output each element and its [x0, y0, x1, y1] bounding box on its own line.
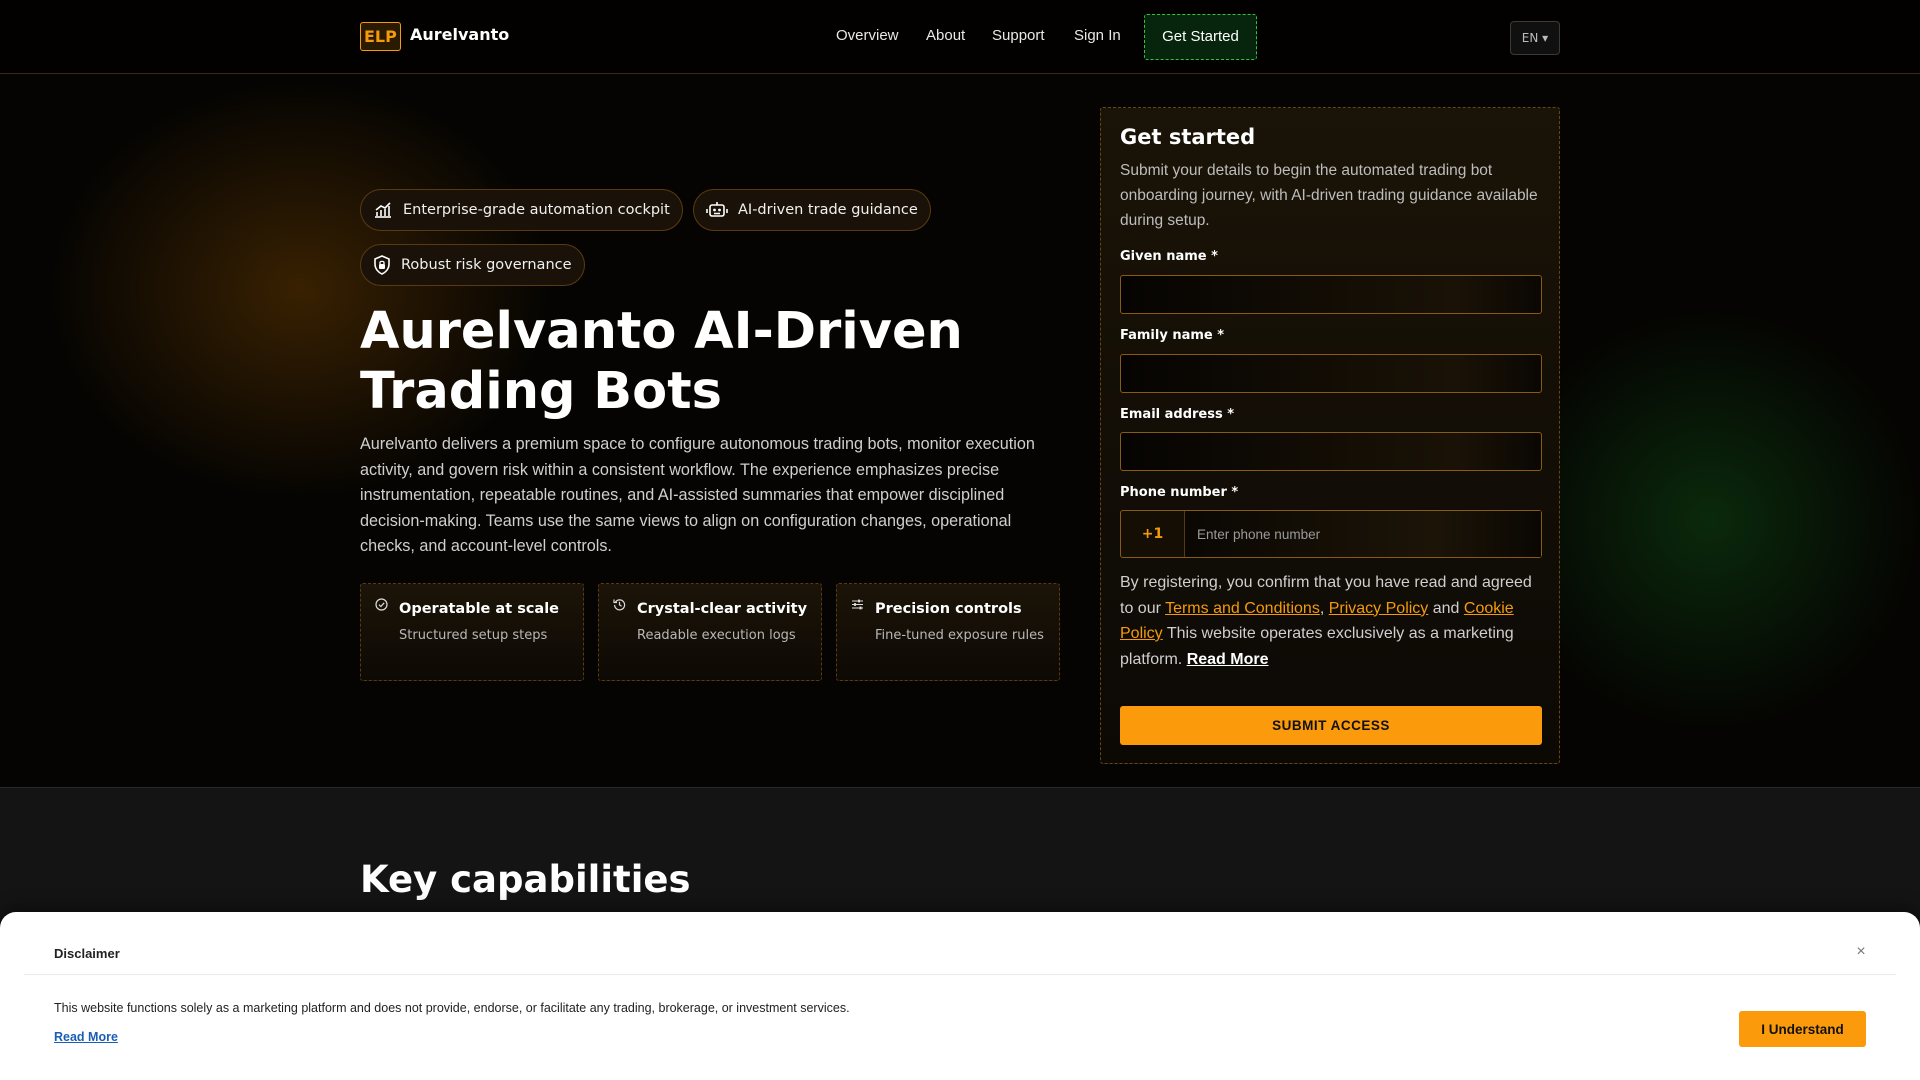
top-nav: ELP Aurelvanto Overview About Support Si…: [0, 0, 1920, 74]
given-name-field[interactable]: [1120, 275, 1542, 314]
shield-icon: [374, 255, 390, 275]
nav-link-overview[interactable]: Overview: [836, 27, 899, 44]
consent-text: By registering, you confirm that you hav…: [1120, 570, 1545, 672]
submit-access-button[interactable]: SUBMIT ACCESS: [1120, 706, 1542, 745]
signup-form: Get started Submit your details to begin…: [1100, 107, 1560, 764]
email-label: Email address *: [1120, 407, 1235, 422]
consent-and: and: [1428, 599, 1464, 617]
chart-growth-icon: [375, 202, 391, 218]
pill-trade-guidance: AI-driven trade guidance: [693, 189, 931, 231]
pill-label: Robust risk governance: [401, 257, 572, 273]
disclaimer-banner: Disclaimer × This website functions sole…: [0, 912, 1920, 1080]
form-description: Submit your details to begin the automat…: [1120, 162, 1538, 229]
feature-title: Crystal-clear activity: [637, 601, 808, 617]
nav-link-sign-in[interactable]: Sign In: [1074, 27, 1121, 44]
feature-subtitle: Structured setup steps: [399, 628, 548, 643]
given-name-label: Given name *: [1120, 249, 1218, 264]
feature-card-scale: Operatable at scale Structured setup ste…: [360, 583, 584, 681]
disclaimer-text: This website functions solely as a marke…: [54, 1001, 850, 1015]
phone-field-group: +1: [1120, 510, 1542, 558]
brand-name[interactable]: Aurelvanto: [410, 25, 509, 44]
hero-description: Aurelvanto delivers a premium space to c…: [360, 435, 1035, 556]
read-more-link[interactable]: Read More: [1187, 651, 1269, 668]
pill-automation-cockpit: Enterprise-grade automation cockpit: [360, 189, 683, 231]
disclaimer-divider: [24, 974, 1896, 975]
feature-card-controls: Precision controls Fine-tuned exposure r…: [836, 583, 1060, 681]
i-understand-button[interactable]: I Understand: [1739, 1011, 1866, 1047]
language-selector[interactable]: EN ▾: [1510, 21, 1560, 55]
email-field[interactable]: [1120, 432, 1542, 471]
pill-risk-governance: Robust risk governance: [360, 244, 585, 286]
check-circle-icon: [375, 598, 388, 611]
pill-label: AI-driven trade guidance: [738, 202, 918, 218]
family-name-field[interactable]: [1120, 354, 1542, 393]
get-started-button[interactable]: Get Started: [1144, 14, 1257, 60]
feature-card-activity: Crystal-clear activity Readable executio…: [598, 583, 822, 681]
hero-title-line-1: Aurelvanto AI-Driven: [360, 302, 963, 361]
phone-label: Phone number *: [1120, 485, 1239, 500]
logo[interactable]: ELP: [360, 22, 401, 51]
terms-link[interactable]: Terms and Conditions: [1165, 600, 1320, 617]
phone-input[interactable]: [1185, 511, 1541, 557]
history-icon: [613, 599, 626, 611]
nav-link-about[interactable]: About: [926, 27, 965, 44]
disclaimer-read-more-link[interactable]: Read More: [54, 1030, 118, 1044]
privacy-link[interactable]: Privacy Policy: [1329, 600, 1429, 617]
robot-icon: [706, 202, 728, 217]
sliders-icon: [852, 599, 863, 610]
phone-country-code[interactable]: +1: [1121, 511, 1185, 557]
pill-label: Enterprise-grade automation cockpit: [403, 202, 670, 218]
hero-title-line-2: Trading Bots: [360, 362, 722, 421]
feature-subtitle: Readable execution logs: [637, 628, 796, 643]
feature-subtitle: Fine-tuned exposure rules: [875, 628, 1044, 643]
disclaimer-title: Disclaimer: [54, 946, 120, 961]
consent-comma: ,: [1319, 599, 1329, 617]
nav-link-support[interactable]: Support: [992, 27, 1045, 44]
feature-title: Precision controls: [875, 601, 1022, 617]
close-icon[interactable]: ×: [1851, 942, 1871, 962]
feature-title: Operatable at scale: [399, 601, 560, 617]
section-title: Key capabilities: [360, 858, 691, 901]
hero-title: Aurelvanto AI-Driven Trading Bots: [360, 302, 1060, 422]
family-name-label: Family name *: [1120, 328, 1225, 343]
form-title: Get started: [1120, 125, 1256, 149]
consent-suffix: This website operates exclusively as a m…: [1120, 625, 1514, 668]
